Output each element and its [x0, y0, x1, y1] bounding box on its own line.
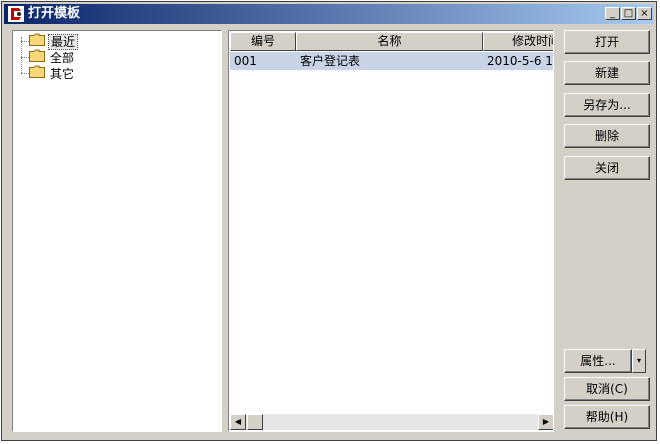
close-button[interactable]: 关闭	[564, 156, 650, 180]
tree-item-recent[interactable]: 最近	[29, 33, 79, 50]
scroll-left-button[interactable]: ◀	[230, 414, 246, 430]
properties-button[interactable]: 属性...	[564, 349, 632, 373]
open-button[interactable]: 打开	[564, 30, 650, 54]
column-header-name[interactable]: 名称	[296, 32, 483, 51]
scroll-right-button[interactable]: ▶	[538, 414, 553, 430]
cell-name: 客户登记表	[300, 54, 361, 68]
template-list[interactable]: 编号 名称 修改时间 001 客户登记表 2010-5-6 15:0 ◀ ▶	[228, 30, 554, 432]
open-template-dialog: 打开模板 _ □ × 最近 全部 其它 编号 名称 修改时间	[1, 1, 657, 441]
folder-icon	[29, 65, 45, 82]
new-button[interactable]: 新建	[564, 61, 650, 85]
cell-id: 001	[234, 54, 257, 68]
table-row[interactable]: 001 客户登记表 2010-5-6 15:0	[230, 52, 553, 70]
folder-icon	[29, 33, 45, 50]
tree-item-other[interactable]: 其它	[29, 65, 76, 81]
column-header-modified[interactable]: 修改时间	[483, 32, 553, 51]
tree-connector	[21, 37, 22, 73]
scroll-thumb[interactable]	[247, 414, 263, 430]
tree-item-label: 其它	[50, 66, 75, 81]
app-logo-icon	[8, 6, 24, 22]
column-header-id[interactable]: 编号	[230, 32, 296, 51]
tree-item-all[interactable]: 全部	[29, 49, 76, 65]
save-as-button[interactable]: 另存为...	[564, 93, 650, 117]
tree-item-label: 最近	[48, 33, 79, 50]
properties-dropdown-arrow[interactable]: ▾	[632, 349, 646, 373]
help-button[interactable]: 帮助(H)	[564, 405, 650, 429]
cancel-button[interactable]: 取消(C)	[564, 377, 650, 401]
window-title: 打开模板	[28, 6, 81, 21]
maximize-button[interactable]: □	[621, 7, 636, 20]
close-window-button[interactable]: ×	[637, 7, 652, 20]
cell-modified: 2010-5-6 15:0	[487, 54, 553, 68]
horizontal-scrollbar[interactable]: ◀ ▶	[230, 414, 553, 430]
folder-icon	[29, 49, 45, 66]
minimize-button[interactable]: _	[605, 7, 620, 20]
title-bar[interactable]: 打开模板 _ □ ×	[4, 4, 654, 24]
delete-button[interactable]: 删除	[564, 124, 650, 148]
folder-tree[interactable]: 最近 全部 其它	[12, 30, 222, 432]
tree-item-label: 全部	[50, 50, 75, 65]
